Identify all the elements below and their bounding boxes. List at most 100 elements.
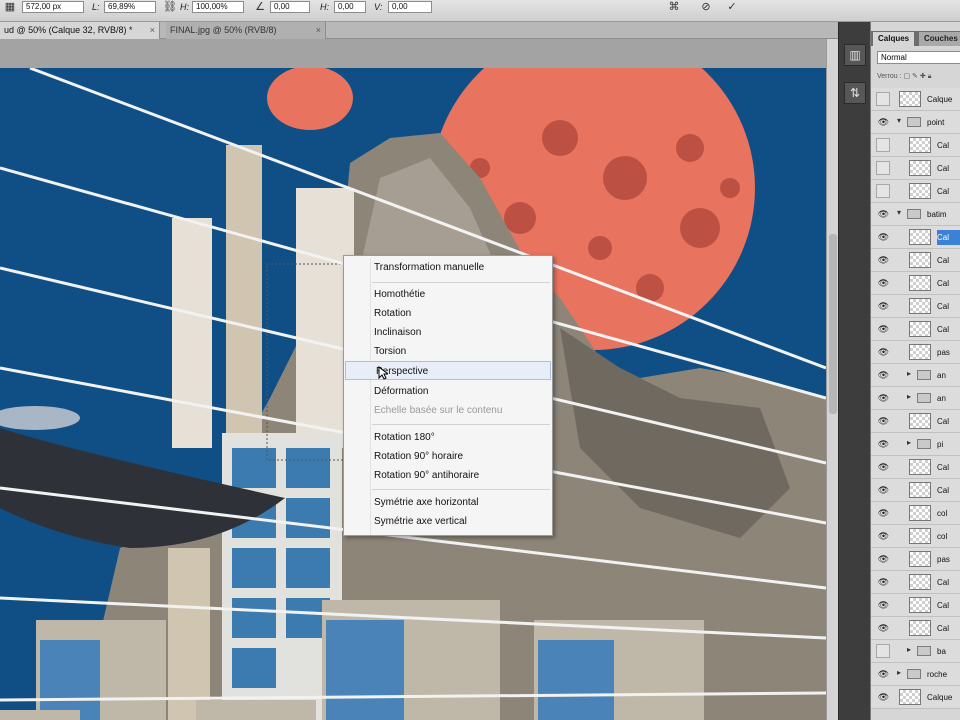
commit-transform-icon[interactable]: ✓ (724, 0, 740, 14)
visibility-eye-icon[interactable]: 👁︎ (877, 461, 890, 474)
layer-group-row[interactable]: 👁︎ ▾ point (871, 111, 960, 134)
menu-item-scale[interactable]: Homothétie (344, 285, 552, 304)
layer-row[interactable]: 👁︎ Cal (871, 318, 960, 341)
visibility-toggle-empty[interactable] (876, 92, 890, 106)
visibility-eye-icon[interactable]: 👁︎ (877, 691, 890, 704)
layer-row[interactable]: 👁︎ Cal (871, 617, 960, 640)
layer-row[interactable]: Calque (871, 88, 960, 111)
visibility-toggle-empty[interactable] (876, 184, 890, 198)
warp-mode-icon[interactable]: ⌘ (666, 0, 682, 14)
layer-row[interactable]: 👁︎ pas (871, 341, 960, 364)
layer-row[interactable]: 👁︎ Cal (871, 479, 960, 502)
visibility-eye-icon[interactable]: 👁︎ (877, 668, 890, 681)
lock-transparency-icon[interactable]: ▢ (903, 73, 910, 80)
tab-layers[interactable]: Calques (873, 32, 915, 46)
layer-group-row[interactable]: 👁︎ ▸ pi (871, 433, 960, 456)
visibility-eye-icon[interactable]: 👁︎ (877, 553, 890, 566)
lock-paint-icon[interactable]: ✎ (912, 73, 918, 80)
menu-item-rotate-180[interactable]: Rotation 180° (344, 428, 552, 447)
expand-arrow-right-icon[interactable]: ▸ (907, 438, 911, 447)
height-percent-field[interactable]: 100,00% (192, 1, 244, 13)
visibility-eye-icon[interactable]: 👁︎ (877, 300, 890, 313)
h-skew-field[interactable]: 0,00 (334, 1, 366, 13)
visibility-eye-icon[interactable]: 👁︎ (877, 576, 890, 589)
visibility-eye-icon[interactable]: 👁︎ (877, 254, 890, 267)
expand-arrow-right-icon[interactable]: ▸ (907, 392, 911, 401)
visibility-eye-icon[interactable]: 👁︎ (877, 599, 890, 612)
menu-item-rotate-90-ccw[interactable]: Rotation 90° antihoraire (344, 466, 552, 485)
menu-item-flip-horizontal[interactable]: Symétrie axe horizontal (344, 493, 552, 512)
cancel-transform-icon[interactable]: ⊘ (698, 0, 714, 14)
expand-arrow-right-icon[interactable]: ▸ (907, 645, 911, 654)
tab-final-document[interactable]: FINAL.jpg @ 50% (RVB/8) × (166, 22, 326, 39)
tab-channels[interactable]: Couches (919, 32, 960, 46)
visibility-eye-icon[interactable]: 👁︎ (877, 530, 890, 543)
expand-arrow-right-icon[interactable]: ▸ (907, 369, 911, 378)
visibility-eye-icon[interactable]: 👁︎ (877, 208, 890, 221)
layer-row[interactable]: 👁︎ Cal (871, 226, 960, 249)
expand-arrow-down-icon[interactable]: ▾ (897, 208, 901, 217)
menu-item-flip-vertical[interactable]: Symétrie axe vertical (344, 512, 552, 531)
layer-row[interactable]: Cal (871, 180, 960, 203)
visibility-eye-icon[interactable]: 👁︎ (877, 392, 890, 405)
tab-active-document[interactable]: ud @ 50% (Calque 32, RVB/8) * × (0, 22, 160, 39)
layer-group-row[interactable]: 👁︎ ▸ an (871, 387, 960, 410)
layer-group-row[interactable]: 👁︎ ▾ batim (871, 203, 960, 226)
history-icon[interactable]: ⇅ (844, 82, 866, 104)
visibility-toggle-empty[interactable] (876, 161, 890, 175)
vertical-scrollbar[interactable] (826, 39, 838, 720)
menu-item-rotate-90-cw[interactable]: Rotation 90° horaire (344, 447, 552, 466)
lock-move-icon[interactable]: ✚ (920, 73, 926, 80)
layer-row[interactable]: 👁︎ col (871, 525, 960, 548)
visibility-eye-icon[interactable]: 👁︎ (877, 346, 890, 359)
histogram-icon[interactable]: ▥ (844, 44, 866, 66)
menu-item-skew[interactable]: Inclinaison (344, 323, 552, 342)
visibility-eye-icon[interactable]: 👁︎ (877, 231, 890, 244)
visibility-eye-icon[interactable]: 👁︎ (877, 484, 890, 497)
visibility-eye-icon[interactable]: 👁︎ (877, 507, 890, 520)
visibility-eye-icon[interactable]: 👁︎ (877, 116, 890, 129)
menu-item-free-transform[interactable]: Transformation manuelle (344, 258, 552, 277)
layer-row[interactable]: 👁︎ Cal (871, 410, 960, 433)
layer-row[interactable]: Cal (871, 157, 960, 180)
link-icon[interactable]: ⛓ (162, 0, 178, 14)
visibility-eye-icon[interactable]: 👁︎ (877, 323, 890, 336)
visibility-eye-icon[interactable]: 👁︎ (877, 369, 890, 382)
expand-arrow-down-icon[interactable]: ▾ (897, 116, 901, 125)
visibility-eye-icon[interactable]: 👁︎ (877, 277, 890, 290)
menu-item-perspective[interactable]: Perspective (345, 361, 551, 380)
menu-item-rotate[interactable]: Rotation (344, 304, 552, 323)
layer-row[interactable]: Cal (871, 134, 960, 157)
visibility-toggle-empty[interactable] (876, 644, 890, 658)
layer-row[interactable]: 👁︎ Cal (871, 456, 960, 479)
layer-list[interactable]: Calque 👁︎ ▾ point Cal Cal Cal 👁︎ ▾ batim 👁︎ Cal 👁︎ Ca… (871, 88, 960, 720)
blend-mode-select[interactable]: Normal (877, 51, 960, 64)
expand-arrow-right-icon[interactable]: ▸ (897, 668, 901, 677)
close-icon[interactable]: × (316, 22, 321, 38)
menu-item-distort[interactable]: Torsion (344, 342, 552, 361)
layer-row[interactable]: 👁︎ pas (871, 548, 960, 571)
layer-row[interactable]: 👁︎ Cal (871, 571, 960, 594)
layer-row[interactable]: 👁︎ Calque (871, 686, 960, 709)
width-percent-field[interactable]: 69,89% (104, 1, 156, 13)
visibility-eye-icon[interactable]: 👁︎ (877, 415, 890, 428)
layer-group-row[interactable]: 👁︎ ▸ roche (871, 663, 960, 686)
visibility-eye-icon[interactable]: 👁︎ (877, 438, 890, 451)
layer-group-row[interactable]: ▸ ba (871, 640, 960, 663)
menu-item-warp[interactable]: Déformation (344, 382, 552, 401)
visibility-eye-icon[interactable]: 👁︎ (877, 622, 890, 635)
layer-row[interactable]: 👁︎ Cal (871, 272, 960, 295)
x-position-field[interactable]: 572,00 px (22, 1, 84, 13)
scroll-thumb[interactable] (829, 234, 837, 414)
v-skew-field[interactable]: 0,00 (388, 1, 432, 13)
rotation-angle-field[interactable]: 0,00 (270, 1, 310, 13)
layer-row[interactable]: 👁︎ col (871, 502, 960, 525)
layer-group-row[interactable]: 👁︎ ▸ an (871, 364, 960, 387)
visibility-toggle-empty[interactable] (876, 138, 890, 152)
close-icon[interactable]: × (150, 22, 155, 38)
layer-row[interactable]: 👁︎ Cal (871, 295, 960, 318)
reference-point-icon[interactable]: ▦ (2, 0, 18, 14)
layer-row[interactable]: 👁︎ Cal (871, 249, 960, 272)
layer-row[interactable]: 👁︎ Cal (871, 594, 960, 617)
lock-all-icon[interactable]: 🔒︎ (928, 73, 932, 80)
